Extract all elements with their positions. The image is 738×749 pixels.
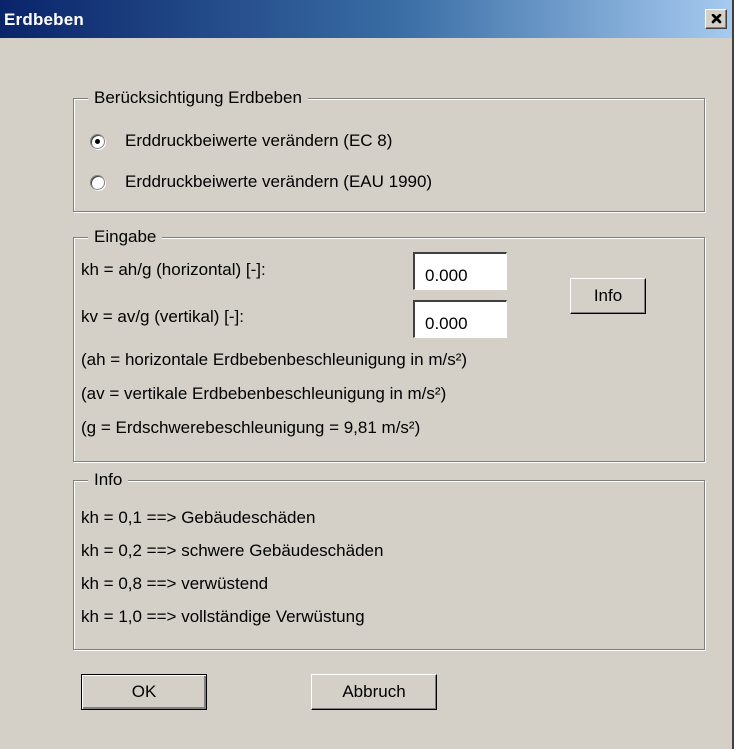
radio-selected-dot: [95, 139, 100, 144]
title-bar[interactable]: Erdbeben: [0, 0, 732, 38]
earthquake-group-legend: Berücksichtigung Erdbeben: [88, 88, 308, 108]
input-group-legend: Eingabe: [88, 227, 163, 247]
close-icon: [711, 14, 722, 24]
kv-input[interactable]: [413, 300, 507, 338]
radio-eau1990-label[interactable]: Erddruckbeiwerte verändern (EAU 1990): [125, 172, 432, 192]
info-line: kh = 1,0 ==> vollständige Verwüstung: [81, 607, 365, 626]
note-ah: (ah = horizontale Erdbebenbeschleunigung…: [81, 350, 468, 369]
info-group: Info kh = 0,1 ==> Gebäudeschäden kh = 0,…: [73, 470, 705, 650]
info-line: kh = 0,8 ==> verwüstend: [81, 574, 269, 593]
earthquake-group: Berücksichtigung Erdbeben Erddruckbeiwer…: [73, 88, 705, 212]
kv-label: kv = av/g (vertikal) [-]:: [81, 307, 244, 326]
input-group: Eingabe kh = ah/g (horizontal) [-]: kv =…: [73, 227, 705, 462]
radio-eau1990[interactable]: [90, 175, 105, 190]
radio-ec8[interactable]: [90, 134, 105, 149]
note-av: (av = vertikale Erdbebenbeschleunigung i…: [81, 384, 447, 403]
dialog-window: Erdbeben Berücksichtigung Erdbeben Erddr…: [0, 0, 734, 749]
radio-ec8-label[interactable]: Erddruckbeiwerte verändern (EC 8): [125, 131, 392, 151]
note-g: (g = Erdschwerebeschleunigung = 9,81 m/s…: [81, 418, 421, 437]
info-group-legend: Info: [88, 470, 129, 490]
ok-button[interactable]: OK: [81, 674, 207, 710]
info-line: kh = 0,1 ==> Gebäudeschäden: [81, 508, 316, 527]
close-button[interactable]: [705, 9, 727, 29]
kh-label: kh = ah/g (horizontal) [-]:: [81, 260, 266, 279]
info-button[interactable]: Info: [570, 278, 646, 314]
kh-input[interactable]: [413, 252, 507, 290]
window-title: Erdbeben: [4, 10, 85, 29]
cancel-button[interactable]: Abbruch: [311, 674, 437, 710]
info-line: kh = 0,2 ==> schwere Gebäudeschäden: [81, 541, 384, 560]
